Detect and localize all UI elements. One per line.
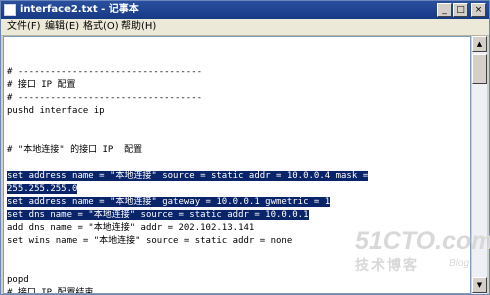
close-button[interactable]: ×: [471, 3, 486, 17]
text-line-content: set wins name = "本地连接" source = static a…: [7, 236, 293, 246]
text-line-content: popd: [7, 275, 29, 285]
notepad-window: interface2.txt - 记事本 _ □ × 文件(F) 编辑(E) 格…: [0, 0, 490, 295]
scroll-thumb[interactable]: [472, 54, 487, 84]
text-line-content: pushd interface ip: [7, 106, 105, 116]
text-line-content: set dns name = "本地连接" source = static ad…: [7, 210, 309, 220]
menu-edit[interactable]: 编辑(E): [45, 19, 79, 35]
text-line-content: 255.255.255.0: [7, 184, 78, 194]
text-line: # 接口 IP 配置结束: [7, 287, 94, 294]
text-line: # ----------------------------------: [7, 92, 202, 105]
text-line-content: # "本地连接" 的接口 IP 配置: [7, 145, 143, 155]
text-line: # 接口 IP 配置: [7, 79, 76, 92]
scroll-down-button[interactable]: ▼: [472, 277, 487, 293]
text-line: # "本地连接" 的接口 IP 配置: [7, 144, 142, 157]
text-line: set dns name = "本地连接" source = static ad…: [7, 209, 309, 222]
watermark-logo: 51CTO.com 技术博客 Blog: [355, 227, 490, 279]
text-line-content: set address name = "本地连接" gateway = 10.0…: [7, 197, 331, 207]
text-line-content: add dns name = "本地连接" addr = 202.102.13.…: [7, 223, 255, 233]
text-line: add dns name = "本地连接" addr = 202.102.13.…: [7, 222, 254, 235]
minimize-button[interactable]: _: [437, 3, 452, 17]
text-line: # ----------------------------------: [7, 66, 202, 79]
menu-help[interactable]: 帮助(H): [121, 19, 156, 35]
watermark-blog: Blog: [449, 258, 470, 269]
maximize-button[interactable]: □: [453, 3, 468, 17]
text-line: 255.255.255.0: [7, 183, 78, 196]
text-line-content: # ----------------------------------: [7, 93, 203, 103]
text-line: set address name = "本地连接" gateway = 10.0…: [7, 196, 331, 209]
menu-format[interactable]: 格式(O): [83, 19, 119, 35]
text-line-content: set address name = "本地连接" source = stati…: [7, 171, 369, 181]
text-line: pushd interface ip: [7, 105, 105, 118]
text-line-content: # 接口 IP 配置: [7, 80, 76, 90]
menu-bar: 文件(F) 编辑(E) 格式(O) 帮助(H): [1, 19, 489, 36]
text-line-content: # 接口 IP 配置结束: [7, 288, 94, 294]
scroll-up-button[interactable]: ▲: [472, 36, 487, 52]
menu-file[interactable]: 文件(F): [7, 19, 41, 35]
window-title: interface2.txt - 记事本: [20, 4, 139, 15]
title-bar[interactable]: interface2.txt - 记事本 _ □ ×: [1, 1, 489, 19]
text-line: popd: [7, 274, 29, 287]
text-line: set wins name = "本地连接" source = static a…: [7, 235, 292, 248]
watermark-main: 51CTO.com: [355, 227, 490, 255]
notepad-icon: [4, 4, 16, 16]
text-line-content: # ----------------------------------: [7, 67, 203, 77]
watermark-sub: 技术博客: [355, 258, 419, 274]
text-line: set address name = "本地连接" source = stati…: [7, 170, 369, 183]
